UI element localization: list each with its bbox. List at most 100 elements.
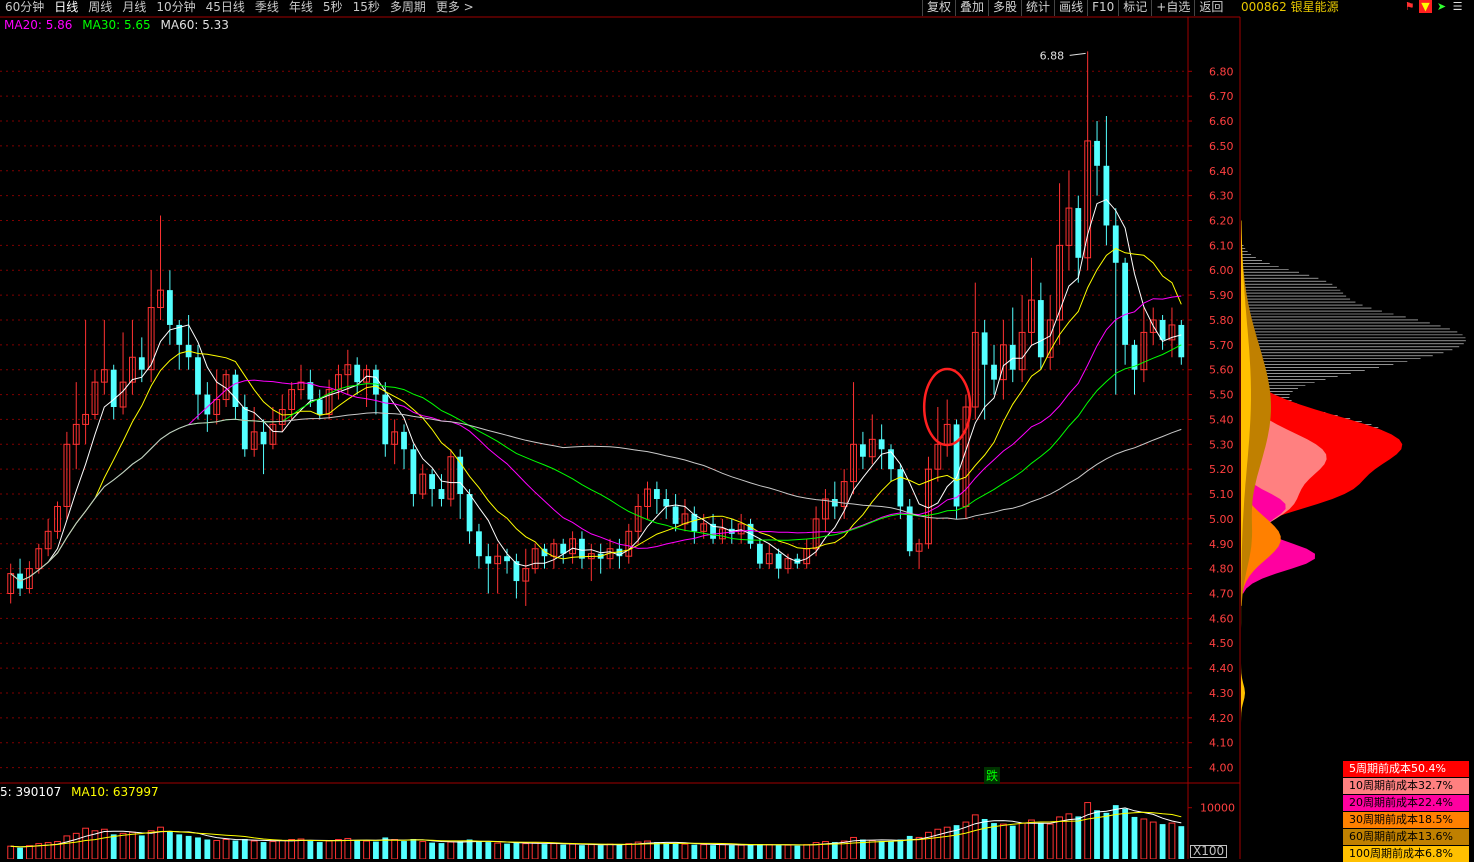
- volume-bar: [26, 845, 33, 859]
- price-tick-label: 6.30: [1209, 190, 1234, 203]
- volume-bar: [7, 845, 15, 859]
- ma5-line: [10, 198, 1182, 582]
- candle-body: [953, 424, 960, 507]
- ma10-line: [10, 247, 1182, 582]
- candle-body: [401, 431, 407, 450]
- volume-bar: [325, 840, 333, 859]
- volume-bar: [794, 845, 801, 859]
- volume-bar: [775, 845, 782, 859]
- volume-bar: [765, 844, 773, 859]
- volume-bar: [1084, 802, 1092, 859]
- volume-bar: [756, 844, 763, 859]
- price-tick-label: 4.60: [1209, 612, 1234, 625]
- volume-bar: [354, 840, 361, 859]
- volume-bar: [737, 844, 745, 859]
- candle-body: [429, 474, 436, 490]
- volume-bar: [410, 838, 417, 859]
- price-tick-label: 5.30: [1209, 438, 1234, 451]
- volume-bar: [971, 814, 979, 859]
- volume-bar: [429, 842, 436, 859]
- volume-bar: [438, 843, 445, 859]
- volume-bar: [316, 842, 323, 859]
- vol-ma10-value: MA10: 637997: [71, 785, 159, 799]
- volume-bar: [681, 843, 689, 859]
- volume-bar: [1065, 813, 1073, 859]
- candle-body: [504, 556, 510, 562]
- candle-body: [1122, 262, 1129, 345]
- volume-bar: [1140, 818, 1148, 859]
- price-tick-label: 4.00: [1209, 762, 1234, 775]
- volume-bar: [147, 830, 155, 859]
- volume-legend: 5: 390107 MA10: 637997: [0, 785, 165, 799]
- volume-bar: [335, 839, 342, 859]
- volume-bar: [700, 844, 708, 859]
- kline-chart[interactable]: 6.80 6.70 6.60 6.50 6.40 6.30 6.20 6.10 6.00 5.90…: [0, 0, 1474, 859]
- candle-body: [1159, 319, 1166, 340]
- volume-bar: [72, 832, 80, 859]
- volume-bar: [419, 841, 427, 859]
- candle-body: [316, 399, 323, 415]
- volume-bar: [119, 832, 127, 859]
- price-tick-label: 4.80: [1209, 563, 1234, 576]
- candle-body: [138, 357, 145, 370]
- price-tick-label: 5.60: [1209, 364, 1234, 377]
- volume-bar: [1075, 816, 1082, 859]
- candle-body: [232, 374, 239, 407]
- volume-bar: [195, 837, 201, 859]
- volume-bar: [447, 841, 455, 859]
- candle-body: [560, 543, 567, 554]
- candle-body: [466, 494, 473, 532]
- price-tick-label: 5.20: [1209, 463, 1234, 476]
- volume-bar: [710, 845, 716, 859]
- candle-body: [897, 469, 904, 507]
- ma20-line: [10, 295, 1182, 582]
- volume-bar: [100, 828, 108, 859]
- vol-ma5-value: 5: 390107: [0, 785, 62, 799]
- volume-bar: [550, 843, 558, 859]
- price-tick-label: 5.50: [1209, 389, 1234, 402]
- volume-bar: [597, 845, 604, 859]
- candle-body: [1037, 300, 1044, 358]
- volume-bar: [541, 844, 548, 859]
- volume-bar: [17, 847, 23, 859]
- fall-badge: 跌: [984, 767, 1001, 784]
- price-tick-label: 4.20: [1209, 712, 1234, 725]
- volume-bar: [1009, 825, 1016, 859]
- volume-bar: [476, 841, 482, 859]
- price-tick-label: 6.40: [1209, 165, 1234, 178]
- volume-bar: [1131, 816, 1138, 859]
- volume-bar: [625, 843, 633, 859]
- volume-bar: [868, 840, 876, 859]
- price-tick-label: 6.60: [1209, 115, 1234, 128]
- cost-box: 10周期前成本32.7%: [1343, 778, 1469, 794]
- candle-body: [1178, 324, 1185, 358]
- volume-bar: [204, 839, 211, 859]
- cost-box: 5周期前成本50.4%: [1343, 761, 1469, 777]
- volume-bar: [363, 840, 370, 859]
- volume-bar: [1103, 812, 1110, 859]
- candle-body: [1075, 208, 1082, 258]
- candle-body: [831, 499, 838, 507]
- price-tick-label: 6.70: [1209, 90, 1234, 103]
- volume-bar: [307, 841, 314, 859]
- volume-bar: [1112, 805, 1119, 859]
- volume-bar: [728, 845, 735, 859]
- volume-bar: [504, 843, 510, 859]
- candle-body: [195, 357, 201, 395]
- candle-body: [775, 553, 782, 569]
- volume-bar: [260, 842, 267, 859]
- price-tick-label: 6.00: [1209, 264, 1234, 277]
- volume-bar: [560, 844, 567, 859]
- candle-body: [1094, 140, 1100, 166]
- volume-bar: [1028, 819, 1035, 859]
- candle-body: [663, 499, 670, 507]
- price-tick-label: 4.50: [1209, 637, 1234, 650]
- volume-bar: [934, 828, 942, 859]
- volume-bar: [691, 844, 698, 859]
- volume-bar: [241, 838, 248, 859]
- candle-body: [672, 506, 679, 524]
- candle-body: [878, 439, 885, 450]
- price-tick-label: 5.10: [1209, 488, 1234, 501]
- volume-bar: [222, 839, 230, 859]
- volume-bar: [485, 842, 492, 859]
